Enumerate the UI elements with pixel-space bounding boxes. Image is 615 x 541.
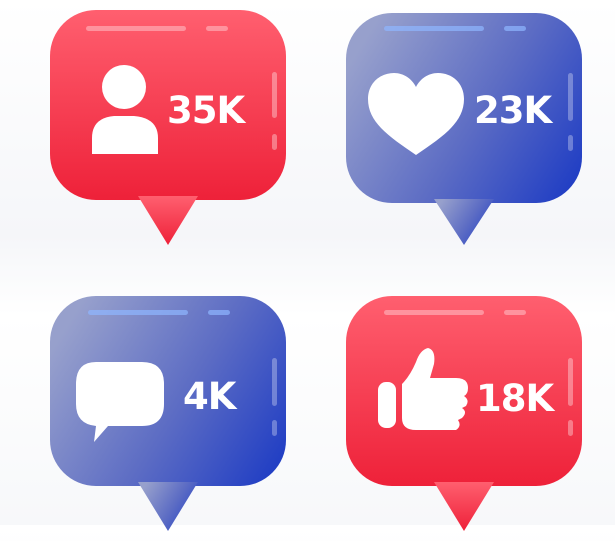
comments-badge: 4K <box>50 296 286 541</box>
person-icon <box>92 65 158 154</box>
speech-bubble-icon <box>76 362 164 442</box>
likes-count: 23K <box>474 89 552 132</box>
likes-badge: 23K <box>346 13 582 258</box>
followers-count: 35K <box>167 89 245 132</box>
thumbs-up-icon <box>378 348 468 430</box>
thumbs-badge: 18K <box>346 296 582 541</box>
comments-count: 4K <box>183 375 236 418</box>
thumbs-count: 18K <box>476 377 554 420</box>
followers-badge: 35K <box>50 10 286 255</box>
heart-icon <box>368 73 464 155</box>
badge-shape <box>50 10 286 245</box>
